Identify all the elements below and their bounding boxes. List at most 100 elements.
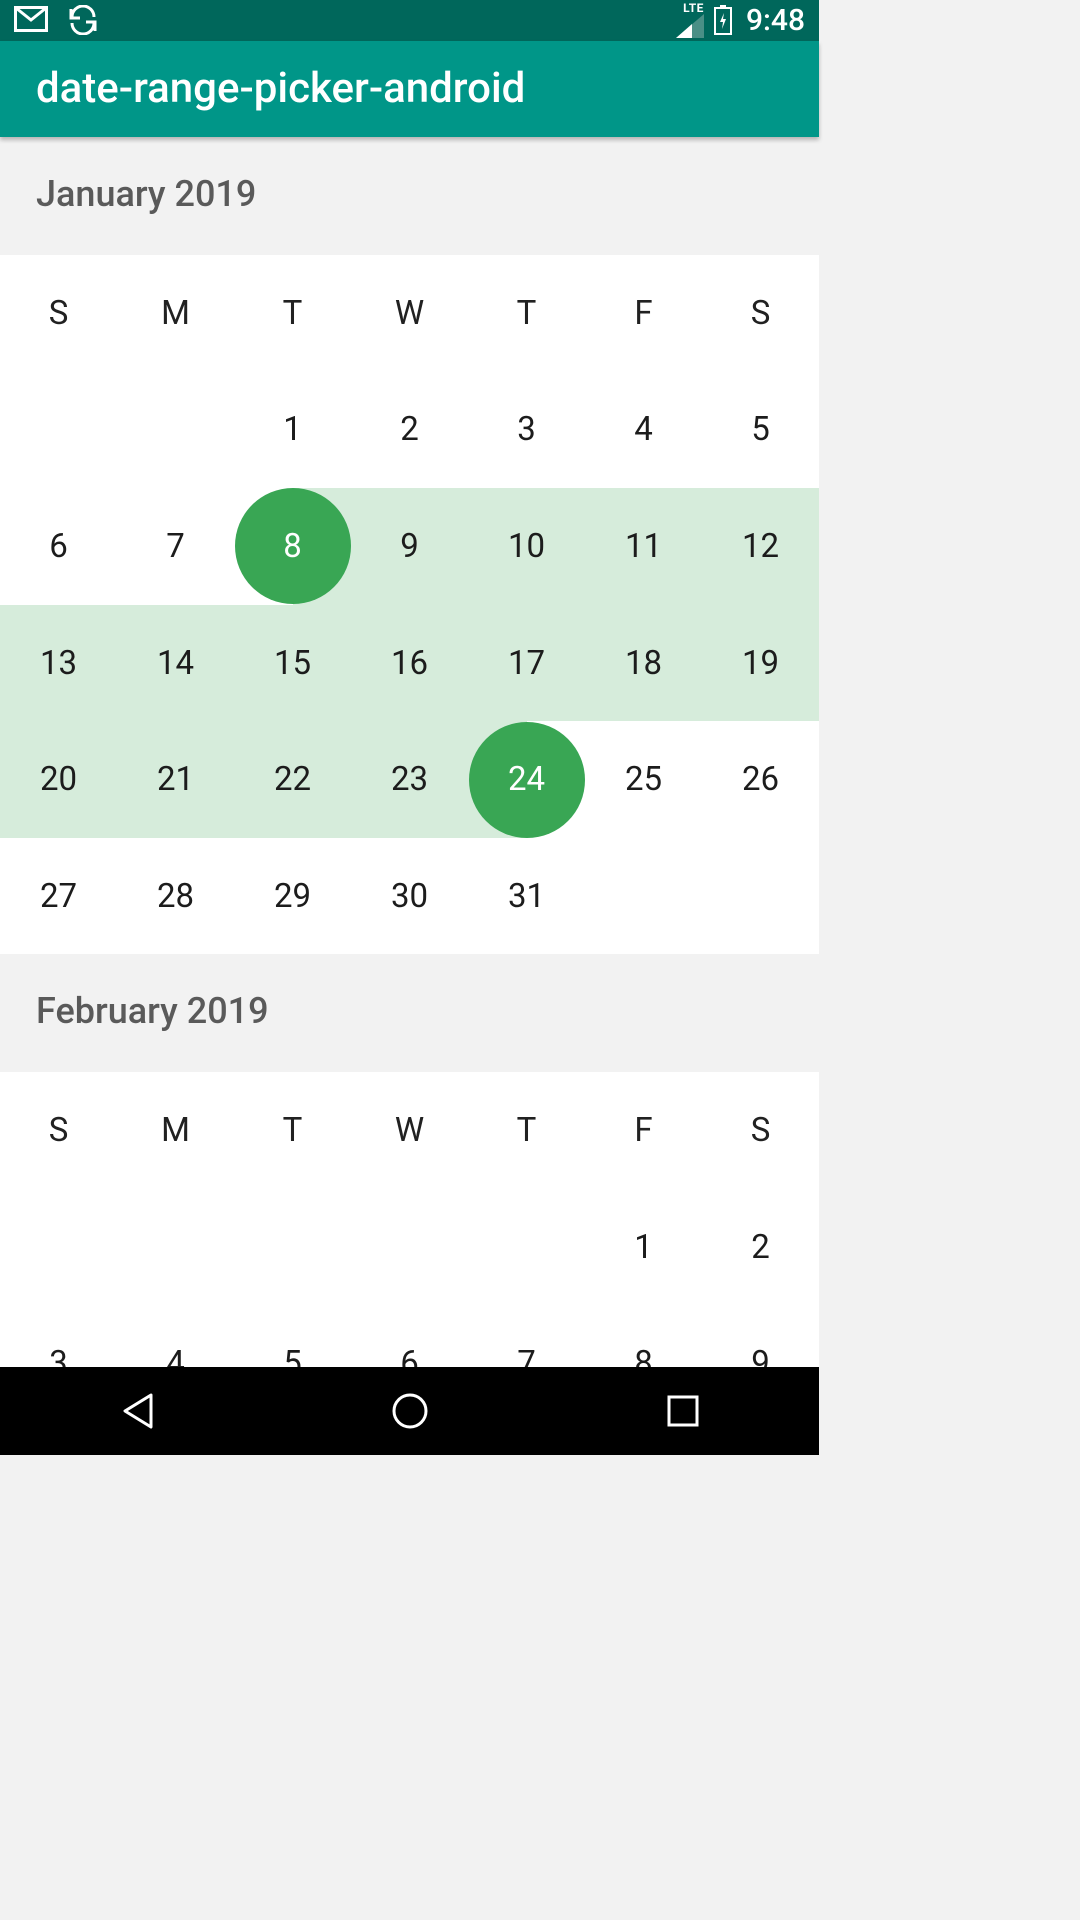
calendar-day[interactable]: 6	[351, 1306, 468, 1367]
calendar-day-number: 7	[517, 1344, 536, 1367]
dow-wed: W	[351, 1072, 468, 1189]
calendar-day[interactable]: 1	[585, 1189, 702, 1306]
calendar-day-number: 15	[274, 644, 311, 683]
calendar-day[interactable]: 7	[468, 1306, 585, 1367]
calendar-day-number: 1	[634, 1228, 653, 1267]
calendar-day[interactable]: 3	[0, 1306, 117, 1367]
calendar-day[interactable]: 2	[351, 372, 468, 489]
calendar-day[interactable]: 27	[0, 838, 117, 955]
month-title: February 2019	[36, 990, 269, 1032]
dow-sun: S	[0, 1072, 117, 1189]
calendar-day[interactable]: 9	[351, 488, 468, 605]
calendar-day[interactable]: 2	[702, 1189, 819, 1306]
calendar-day-number: 4	[634, 410, 653, 449]
calendar-day[interactable]: 18	[585, 605, 702, 722]
calendar-day-empty	[351, 1189, 468, 1306]
calendar-day[interactable]: 25	[585, 721, 702, 838]
calendar-day[interactable]: 4	[585, 372, 702, 489]
calendar-day[interactable]: 11	[585, 488, 702, 605]
month-grid-feb: 1234567891011121314151617181920212223242…	[0, 1189, 819, 1367]
calendar-day[interactable]: 24	[468, 721, 585, 838]
calendar-day[interactable]: 19	[702, 605, 819, 722]
calendar-day[interactable]: 4	[117, 1306, 234, 1367]
dow-fri: F	[585, 1072, 702, 1189]
calendar-day[interactable]: 6	[0, 488, 117, 605]
dow-row: S M T W T F S	[0, 1072, 819, 1189]
month-grid-jan: 1234567891011121314151617181920212223242…	[0, 372, 819, 955]
calendar-day-number: 19	[742, 644, 779, 683]
calendar-day[interactable]: 16	[351, 605, 468, 722]
calendar-day[interactable]: 5	[234, 1306, 351, 1367]
month-header-jan: January 2019	[0, 137, 819, 255]
calendar-day-number: 3	[517, 410, 536, 449]
calendar-day[interactable]: 29	[234, 838, 351, 955]
calendar-day[interactable]: 7	[117, 488, 234, 605]
calendar-day-number: 6	[400, 1344, 419, 1367]
calendar-feb: S M T W T F S 12345678910111213141516171…	[0, 1072, 819, 1367]
nav-recent-button[interactable]	[659, 1387, 707, 1435]
calendar-day[interactable]: 15	[234, 605, 351, 722]
nav-back-button[interactable]	[113, 1387, 161, 1435]
calendar-day-number: 28	[157, 877, 194, 916]
calendar-day-number: 13	[40, 644, 77, 683]
status-bar: LTE 9:48	[0, 0, 819, 41]
dow-sat: S	[702, 1072, 819, 1189]
calendar-day-empty	[117, 1189, 234, 1306]
calendar-day[interactable]: 22	[234, 721, 351, 838]
month-header-feb: February 2019	[0, 954, 819, 1072]
calendar-day-number: 31	[508, 877, 545, 916]
calendar-day-number: 11	[625, 527, 662, 566]
calendar-day[interactable]: 20	[0, 721, 117, 838]
dow-thu: T	[468, 255, 585, 372]
calendar-day-number: 2	[400, 410, 419, 449]
calendar-day-number: 27	[40, 877, 77, 916]
calendar-day[interactable]: 13	[0, 605, 117, 722]
calendar-day-number: 21	[157, 760, 194, 799]
calendar-day[interactable]: 14	[117, 605, 234, 722]
dow-mon: M	[117, 255, 234, 372]
calendar-day[interactable]: 10	[468, 488, 585, 605]
dow-mon: M	[117, 1072, 234, 1189]
signal-label: LTE	[683, 2, 704, 14]
calendar-day-number: 9	[751, 1344, 770, 1367]
calendar-day-number: 23	[391, 760, 428, 799]
calendar-day-number: 29	[274, 877, 311, 916]
nav-home-button[interactable]	[386, 1387, 434, 1435]
calendar-day[interactable]: 8	[234, 488, 351, 605]
cellular-signal-icon: LTE	[676, 2, 704, 38]
calendar-day-number: 4	[166, 1344, 185, 1367]
app-bar: date-range-picker-android	[0, 41, 819, 137]
calendar-jan: S M T W T F S 12345678910111213141516171…	[0, 255, 819, 955]
calendar-day[interactable]: 28	[117, 838, 234, 955]
calendar-day[interactable]: 3	[468, 372, 585, 489]
calendar-day[interactable]: 21	[117, 721, 234, 838]
calendar-day[interactable]: 26	[702, 721, 819, 838]
calendar-day-empty	[468, 1189, 585, 1306]
calendar-day[interactable]: 31	[468, 838, 585, 955]
calendar-day-number: 6	[49, 527, 68, 566]
status-right: LTE 9:48	[676, 2, 805, 38]
month-title: January 2019	[36, 173, 256, 215]
calendar-day-number: 9	[400, 527, 419, 566]
calendar-day-number: 7	[166, 527, 185, 566]
calendar-day[interactable]: 17	[468, 605, 585, 722]
dow-tue: T	[234, 1072, 351, 1189]
calendar-day[interactable]: 23	[351, 721, 468, 838]
dow-fri: F	[585, 255, 702, 372]
calendar-day-number: 14	[157, 644, 194, 683]
calendar-day-number: 3	[49, 1344, 68, 1367]
calendar-day-number: 10	[508, 527, 545, 566]
calendar-day[interactable]: 30	[351, 838, 468, 955]
calendar-day-number: 22	[274, 760, 311, 799]
calendar-day[interactable]: 1	[234, 372, 351, 489]
sync-icon	[66, 5, 100, 35]
calendar-day[interactable]: 5	[702, 372, 819, 489]
system-nav-bar	[0, 1367, 819, 1455]
calendar-day[interactable]: 12	[702, 488, 819, 605]
calendar-day-empty	[0, 1189, 117, 1306]
calendar-day-number: 5	[283, 1344, 302, 1367]
status-time: 9:48	[742, 3, 805, 38]
calendar-day[interactable]: 8	[585, 1306, 702, 1367]
calendar-scroll[interactable]: January 2019 S M T W T F S 1234567891011…	[0, 137, 819, 1367]
calendar-day[interactable]: 9	[702, 1306, 819, 1367]
